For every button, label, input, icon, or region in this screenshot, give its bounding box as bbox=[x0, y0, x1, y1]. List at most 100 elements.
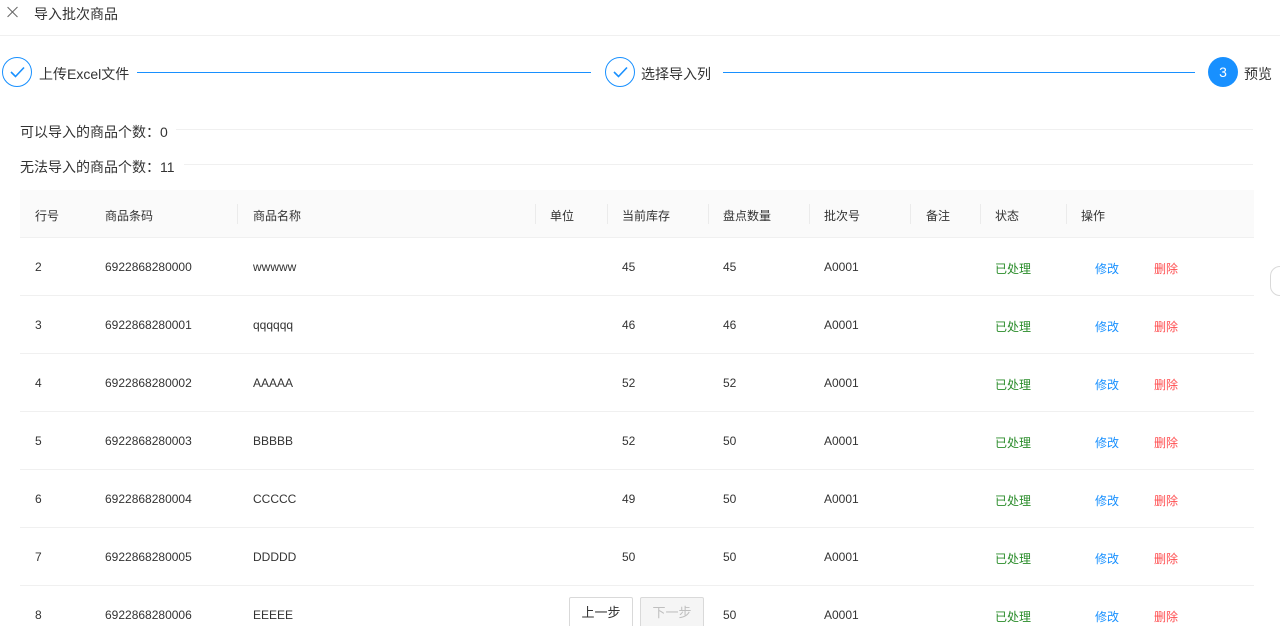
step-1-label: 上传Excel文件 bbox=[39, 66, 130, 82]
delete-link[interactable]: 删除 bbox=[1154, 318, 1178, 335]
cell-barcode: 6922868280001 bbox=[105, 318, 192, 332]
step-2-check-icon bbox=[605, 57, 635, 87]
delete-link[interactable]: 删除 bbox=[1154, 376, 1178, 393]
cell-batch: A0001 bbox=[824, 608, 859, 622]
dialog-header: 导入批次商品 bbox=[0, 0, 1280, 36]
header-actions: 操作 bbox=[1081, 209, 1106, 223]
cell-barcode: 6922868280000 bbox=[105, 260, 192, 274]
table-row: 7 6922868280005 DDDDD 50 50 A0001 已处理 修改 删除 bbox=[20, 528, 1254, 586]
edit-link[interactable]: 修改 bbox=[1095, 492, 1119, 509]
edit-link[interactable]: 修改 bbox=[1095, 608, 1119, 625]
step-2-label: 选择导入列 bbox=[641, 66, 711, 82]
cell-row-no: 6 bbox=[35, 492, 42, 506]
table-row: 2 6922868280000 wwwww 45 45 A0001 已处理 修改 删除 bbox=[20, 238, 1254, 296]
cell-stock: 52 bbox=[622, 376, 636, 390]
cell-stock: 45 bbox=[622, 260, 636, 274]
column-divider bbox=[809, 204, 810, 224]
cell-row-no: 2 bbox=[35, 260, 42, 274]
delete-link[interactable]: 删除 bbox=[1154, 550, 1178, 567]
column-divider bbox=[708, 204, 709, 224]
edit-link[interactable]: 修改 bbox=[1095, 318, 1119, 335]
cell-status: 已处理 bbox=[995, 320, 1032, 334]
table-header: 行号 商品条码 商品名称 单位 当前库存 盘点数量 批次号 备注 状态 操作 bbox=[20, 190, 1254, 238]
cell-count: 52 bbox=[723, 376, 737, 390]
edit-link[interactable]: 修改 bbox=[1095, 550, 1119, 567]
step-3-number: 3 bbox=[1208, 57, 1238, 87]
cell-row-no: 7 bbox=[35, 550, 42, 564]
previous-step-button[interactable]: 上一步 bbox=[569, 597, 633, 626]
cell-status: 已处理 bbox=[995, 552, 1032, 566]
column-divider bbox=[607, 204, 608, 224]
edit-link[interactable]: 修改 bbox=[1095, 376, 1119, 393]
cell-row-no: 8 bbox=[35, 608, 42, 622]
edit-link[interactable]: 修改 bbox=[1095, 260, 1119, 277]
step-1-check-icon bbox=[2, 57, 32, 87]
cell-status: 已处理 bbox=[995, 610, 1032, 624]
next-step-button[interactable]: 下一步 bbox=[640, 597, 704, 626]
steps-bar: 上传Excel文件 选择导入列 3 预览 bbox=[0, 57, 1280, 89]
header-note: 备注 bbox=[926, 209, 951, 223]
step-2-connector bbox=[723, 72, 1195, 73]
cell-stock: 50 bbox=[622, 550, 636, 564]
cell-batch: A0001 bbox=[824, 434, 859, 448]
column-divider bbox=[910, 204, 911, 224]
cell-status: 已处理 bbox=[995, 378, 1032, 392]
cell-barcode: 6922868280004 bbox=[105, 492, 192, 506]
table-row: 5 6922868280003 BBBBB 52 50 A0001 已处理 修改 删除 bbox=[20, 412, 1254, 470]
cell-name: DDDDD bbox=[253, 550, 297, 564]
cell-batch: A0001 bbox=[824, 550, 859, 564]
header-row-no: 行号 bbox=[35, 209, 60, 223]
cell-count: 50 bbox=[723, 492, 737, 506]
column-divider bbox=[980, 204, 981, 224]
cell-name: BBBBB bbox=[253, 434, 294, 448]
preview-table: 行号 商品条码 商品名称 单位 当前库存 盘点数量 批次号 备注 状态 操作 2… bbox=[20, 190, 1254, 626]
delete-link[interactable]: 删除 bbox=[1154, 260, 1178, 277]
cell-name: EEEEE bbox=[253, 608, 294, 622]
importable-count: 可以导入的商品个数：0 bbox=[20, 124, 168, 140]
header-batch: 批次号 bbox=[824, 209, 861, 223]
divider bbox=[184, 164, 1253, 165]
cell-stock: 49 bbox=[622, 492, 636, 506]
delete-link[interactable]: 删除 bbox=[1154, 434, 1178, 451]
table-body: 2 6922868280000 wwwww 45 45 A0001 已处理 修改 删除 3 6922… bbox=[20, 238, 1254, 626]
header-status: 状态 bbox=[995, 209, 1020, 223]
header-unit: 单位 bbox=[550, 209, 575, 223]
header-count: 盘点数量 bbox=[723, 209, 772, 223]
cell-count: 50 bbox=[723, 434, 737, 448]
cell-barcode: 6922868280006 bbox=[105, 608, 192, 622]
table-row: 6 6922868280004 CCCCC 49 50 A0001 已处理 修改 删除 bbox=[20, 470, 1254, 528]
table-row: 3 6922868280001 qqqqqq 46 46 A0001 已处理 修改 删除 bbox=[20, 296, 1254, 354]
cell-status: 已处理 bbox=[995, 436, 1032, 450]
cell-batch: A0001 bbox=[824, 318, 859, 332]
cell-row-no: 5 bbox=[35, 434, 42, 448]
cell-barcode: 6922868280003 bbox=[105, 434, 192, 448]
step-3-label: 预览 bbox=[1244, 66, 1272, 82]
cell-batch: A0001 bbox=[824, 376, 859, 390]
header-stock: 当前库存 bbox=[622, 209, 671, 223]
cell-barcode: 6922868280002 bbox=[105, 376, 192, 390]
delete-link[interactable]: 删除 bbox=[1154, 608, 1178, 625]
edit-link[interactable]: 修改 bbox=[1095, 434, 1119, 451]
column-divider bbox=[535, 204, 536, 224]
cell-row-no: 4 bbox=[35, 376, 42, 390]
cell-stock: 46 bbox=[622, 318, 636, 332]
cell-status: 已处理 bbox=[995, 262, 1032, 276]
delete-link[interactable]: 删除 bbox=[1154, 492, 1178, 509]
cell-name: AAAAA bbox=[253, 376, 294, 390]
cell-count: 45 bbox=[723, 260, 737, 274]
header-name: 商品名称 bbox=[253, 209, 302, 223]
cell-name: qqqqqq bbox=[253, 318, 294, 332]
close-icon[interactable] bbox=[7, 5, 19, 19]
side-scroll-handle[interactable] bbox=[1270, 266, 1280, 296]
cell-name: wwwww bbox=[253, 260, 297, 274]
cell-batch: A0001 bbox=[824, 260, 859, 274]
divider bbox=[176, 129, 1253, 130]
column-divider bbox=[237, 204, 238, 224]
dialog-title: 导入批次商品 bbox=[34, 6, 118, 22]
cell-name: CCCCC bbox=[253, 492, 297, 506]
column-divider bbox=[1066, 204, 1067, 224]
cell-barcode: 6922868280005 bbox=[105, 550, 192, 564]
step-1-connector bbox=[137, 72, 591, 73]
table-row: 8 6922868280006 EEEEE 50 A0001 已处理 修改 删除 bbox=[20, 586, 1254, 626]
cell-batch: A0001 bbox=[824, 492, 859, 506]
